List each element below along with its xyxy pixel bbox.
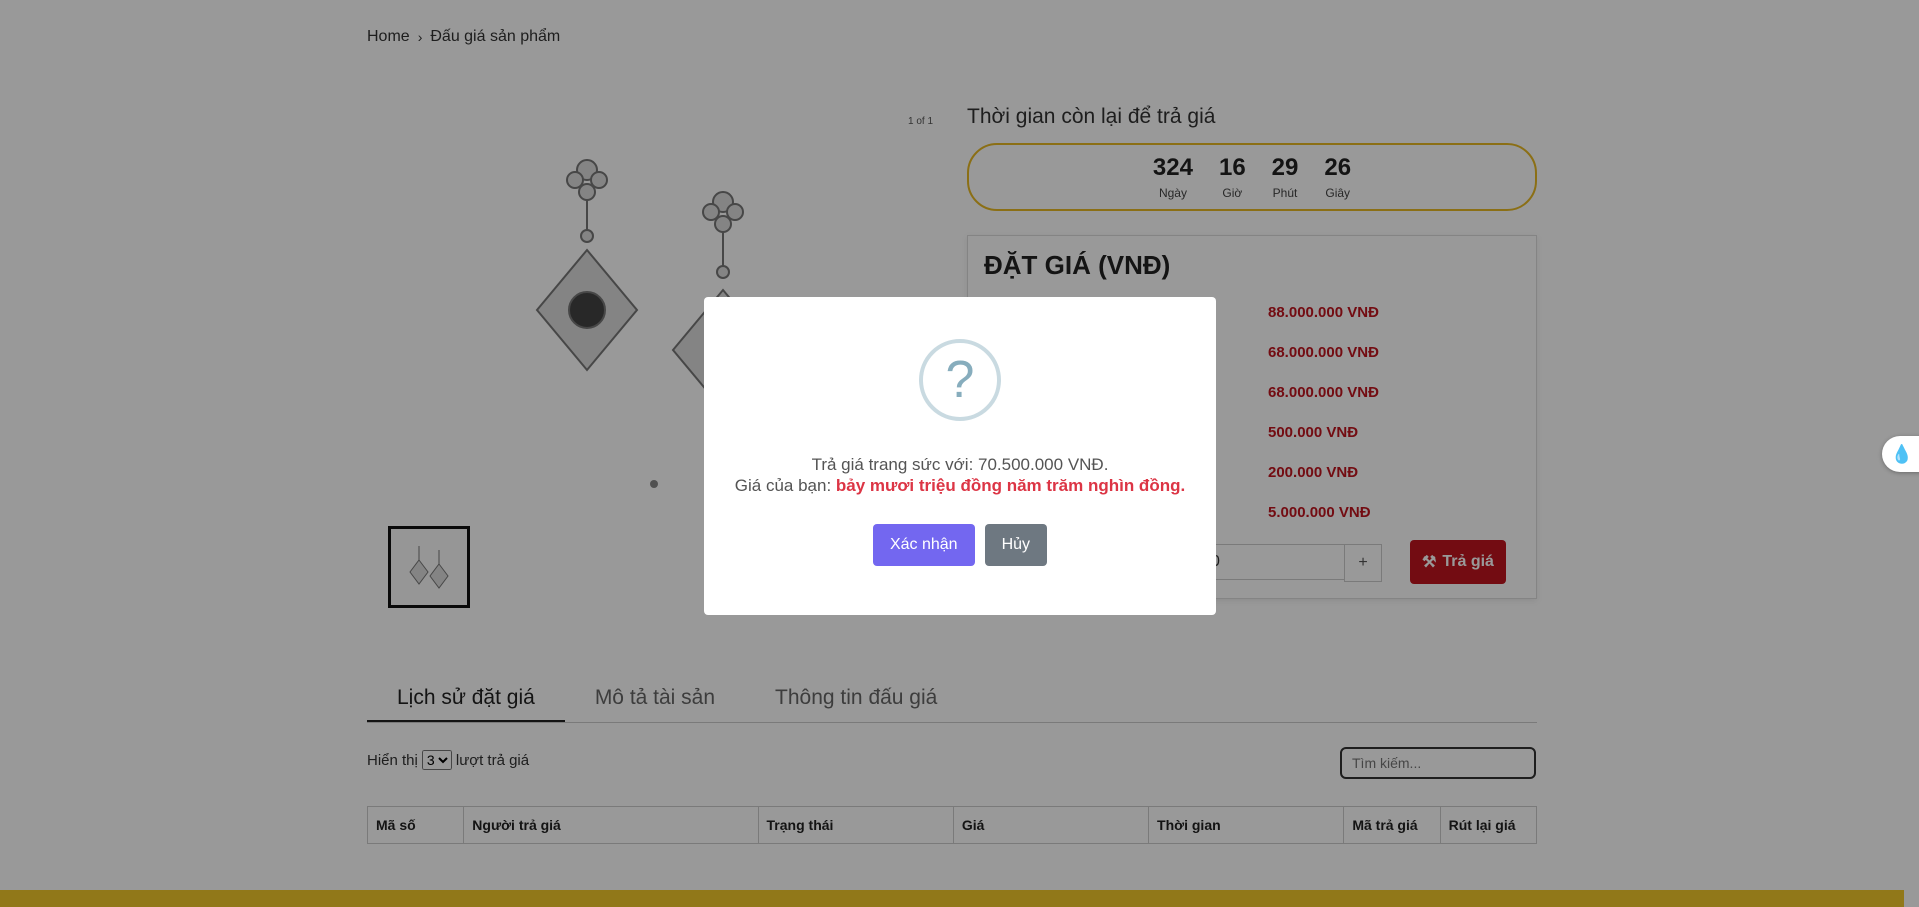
sparkle-drop-icon[interactable]: 💧 [1882, 436, 1919, 472]
dialog-actions: Xác nhận Hủy [704, 524, 1216, 566]
cancel-button[interactable]: Hủy [984, 524, 1048, 566]
confirm-bid-dialog: ? Trả giá trang sức với: 70.500.000 VNĐ.… [704, 297, 1216, 615]
price-words-prefix: Giá của bạn: [734, 476, 836, 495]
question-icon: ? [919, 339, 1001, 421]
price-words: bảy mươi triệu đồng năm trăm nghìn đồng. [835, 476, 1186, 495]
dialog-message: Trả giá trang sức với: 70.500.000 VNĐ. [811, 455, 1109, 474]
dialog-price-words: Giá của bạn: bảy mươi triệu đồng năm tră… [704, 475, 1216, 496]
confirm-button[interactable]: Xác nhận [872, 524, 975, 566]
